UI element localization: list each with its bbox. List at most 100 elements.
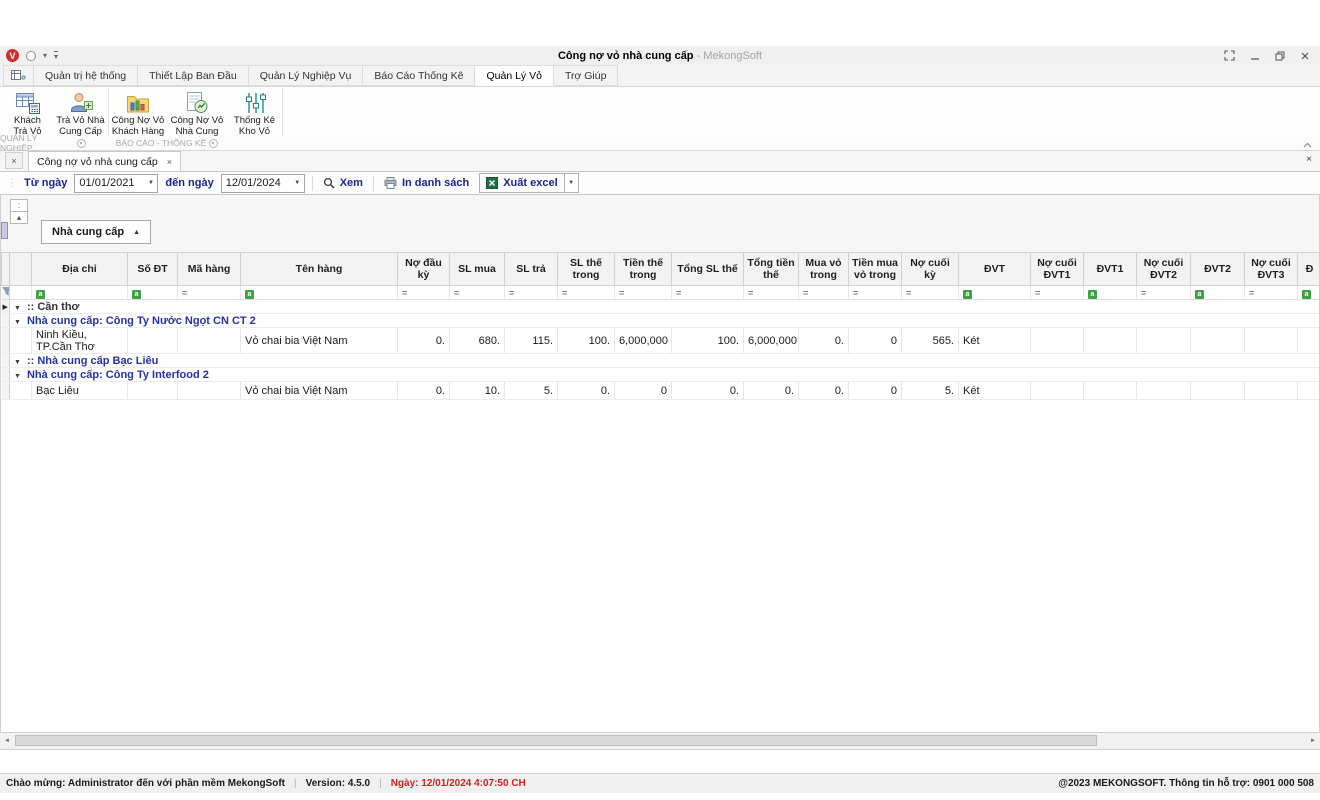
col-header-ten-hang[interactable]: Tên hàng: [241, 253, 398, 286]
col-header-ma-hang[interactable]: Mã hàng: [178, 253, 241, 286]
cell-empty[interactable]: [1245, 382, 1298, 400]
to-date-input[interactable]: 12/01/2024 ▼: [221, 174, 305, 193]
equals-filter-icon[interactable]: =: [454, 288, 459, 298]
filter-cell[interactable]: =: [672, 286, 744, 300]
close-tab-icon[interactable]: ×: [167, 157, 172, 167]
cell-empty[interactable]: [1191, 328, 1245, 354]
fullscreen-icon[interactable]: [1224, 50, 1235, 61]
close-icon[interactable]: ×: [1306, 154, 1312, 165]
equals-filter-icon[interactable]: =: [1141, 288, 1146, 298]
record-circle-icon[interactable]: [26, 51, 36, 61]
filter-cell[interactable]: =: [615, 286, 672, 300]
print-list-button[interactable]: In danh sách: [381, 177, 472, 189]
filter-cell[interactable]: =: [558, 286, 615, 300]
cell-empty[interactable]: [1084, 382, 1137, 400]
text-filter-icon[interactable]: a: [132, 290, 141, 299]
doc-tab-cong-no-vo-nha-cung-cap[interactable]: Công nợ vỏ nhà cung cấp ×: [28, 151, 181, 171]
filter-cell[interactable]: =: [1031, 286, 1084, 300]
scroll-right-icon[interactable]: ►: [1307, 735, 1319, 746]
excel-dropdown-icon[interactable]: ▼: [564, 174, 578, 192]
chevron-down-icon[interactable]: ▼: [291, 176, 304, 191]
mini-arrow-button[interactable]: ▴: [10, 211, 28, 224]
text-filter-icon[interactable]: a: [36, 290, 45, 299]
cell-no-cuoi-ky[interactable]: 5.: [902, 382, 959, 400]
filter-cell[interactable]: =: [902, 286, 959, 300]
horizontal-scrollbar[interactable]: ◄ ►: [0, 732, 1320, 750]
col-header-tien-the-trong[interactable]: Tiền thế trong: [615, 253, 672, 286]
cell-empty[interactable]: [1084, 328, 1137, 354]
col-header-no-cuoi-dvt2[interactable]: Nợ cuối ĐVT2: [1137, 253, 1191, 286]
col-header-no-dau-ky[interactable]: Nợ đầu kỳ: [398, 253, 450, 286]
tab-quan-ly-vo[interactable]: Quản Lý Vỏ: [475, 65, 553, 86]
col-header-dia-chi[interactable]: Địa chỉ: [32, 253, 128, 286]
group-row-cell[interactable]: ▼Nhà cung cấp: Công Ty Nước Ngọt CN CT 2: [10, 314, 1320, 328]
khach-tra-vo-button[interactable]: Khách Trả Vỏ: [1, 88, 54, 137]
cell-tong-tien-the[interactable]: 0.: [744, 382, 799, 400]
cell-empty[interactable]: [1298, 328, 1320, 354]
col-header-sl-the-trong[interactable]: SL thế trong: [558, 253, 615, 286]
col-header-tong-tien-the[interactable]: Tổng tiền thế: [744, 253, 799, 286]
cell-sl-mua[interactable]: 10.: [450, 382, 505, 400]
view-button[interactable]: Xem: [320, 177, 366, 189]
col-header-no-cuoi-dvt1[interactable]: Nợ cuối ĐVT1: [1031, 253, 1084, 286]
close-icon[interactable]: [1300, 51, 1310, 61]
col-header-no-cuoi-ky[interactable]: Nợ cuối kỳ: [902, 253, 959, 286]
col-header-dvt[interactable]: ĐVT: [959, 253, 1031, 286]
cell-empty[interactable]: [1137, 328, 1191, 354]
from-date-input[interactable]: 01/01/2021 ▼: [74, 174, 158, 193]
cell-tong-sl-the[interactable]: 100.: [672, 328, 744, 354]
cell-sl-tra[interactable]: 5.: [505, 382, 558, 400]
qat-customize-icon[interactable]: ▾: [54, 51, 58, 61]
cell-tien-mua-vo-trong[interactable]: 0: [849, 328, 902, 354]
equals-filter-icon[interactable]: =: [402, 288, 407, 298]
filter-cell[interactable]: =: [1245, 286, 1298, 300]
col-header-tong-sl-the[interactable]: Tổng SL thế: [672, 253, 744, 286]
cell-dia-chi[interactable]: Bạc Liêu: [32, 382, 128, 400]
equals-filter-icon[interactable]: =: [1035, 288, 1040, 298]
group-chip-nha-cung-cap[interactable]: Nhà cung cấp ▲: [41, 220, 151, 244]
cell-dvt[interactable]: Két: [959, 328, 1031, 354]
equals-filter-icon[interactable]: =: [803, 288, 808, 298]
text-filter-icon[interactable]: a: [1088, 290, 1097, 299]
equals-filter-icon[interactable]: =: [562, 288, 567, 298]
col-header-no-cuoi-dvt3[interactable]: Nợ cuối ĐVT3: [1245, 253, 1298, 286]
col-header-sl-tra[interactable]: SL trả: [505, 253, 558, 286]
collapse-triangle-icon[interactable]: ▼: [14, 359, 21, 366]
cong-no-vo-khach-hang-button[interactable]: Công Nợ Vỏ Khách Hàng: [110, 88, 166, 137]
cell-empty[interactable]: [1298, 382, 1320, 400]
cell-sl-the-trong[interactable]: 0.: [558, 382, 615, 400]
cell-ten-hang[interactable]: Vỏ chai bia Việt Nam: [241, 382, 398, 400]
text-filter-icon[interactable]: a: [1195, 290, 1204, 299]
filter-cell[interactable]: =: [398, 286, 450, 300]
filter-cell-so-dt[interactable]: a: [128, 286, 178, 300]
cell-empty[interactable]: [1031, 382, 1084, 400]
cell-so-dt[interactable]: [128, 382, 178, 400]
tab-thiet-lap-ban-dau[interactable]: Thiết Lập Ban Đầu: [138, 65, 249, 86]
dialog-launcher-icon[interactable]: [209, 139, 218, 148]
filter-cell[interactable]: =: [744, 286, 799, 300]
group-row-cell[interactable]: ▼:: Cần thơ: [10, 300, 1320, 314]
equals-filter-icon[interactable]: =: [619, 288, 624, 298]
restore-icon[interactable]: [1275, 51, 1285, 61]
filter-cell[interactable]: =: [450, 286, 505, 300]
collapse-triangle-icon[interactable]: ▼: [14, 373, 21, 380]
text-filter-icon[interactable]: a: [963, 290, 972, 299]
tab-quan-ly-nghiep-vu[interactable]: Quản Lý Nghiệp Vụ: [249, 65, 364, 86]
cell-no-cuoi-ky[interactable]: 565.: [902, 328, 959, 354]
col-header-d-partial[interactable]: Đ: [1298, 253, 1320, 286]
col-header-dvt2[interactable]: ĐVT2: [1191, 253, 1245, 286]
cell-sl-mua[interactable]: 680.: [450, 328, 505, 354]
filter-cell-ten-hang[interactable]: a: [241, 286, 398, 300]
cell-sl-tra[interactable]: 115.: [505, 328, 558, 354]
group-row-cell[interactable]: ▼:: Nhà cung cấp Bạc Liêu: [10, 354, 1320, 368]
equals-filter-icon[interactable]: =: [748, 288, 753, 298]
cell-no-dau-ky[interactable]: 0.: [398, 328, 450, 354]
collapse-triangle-icon[interactable]: ▼: [14, 305, 21, 312]
equals-filter-icon[interactable]: =: [182, 288, 187, 298]
cell-tien-the-trong[interactable]: 0: [615, 382, 672, 400]
cell-tong-sl-the[interactable]: 0.: [672, 382, 744, 400]
tra-vo-nha-cung-cap-button[interactable]: Trả Vỏ Nhà Cung Cấp: [54, 88, 107, 137]
cell-empty[interactable]: [1245, 328, 1298, 354]
cell-empty[interactable]: [1031, 328, 1084, 354]
cell-ten-hang[interactable]: Vỏ chai bia Việt Nam: [241, 328, 398, 354]
